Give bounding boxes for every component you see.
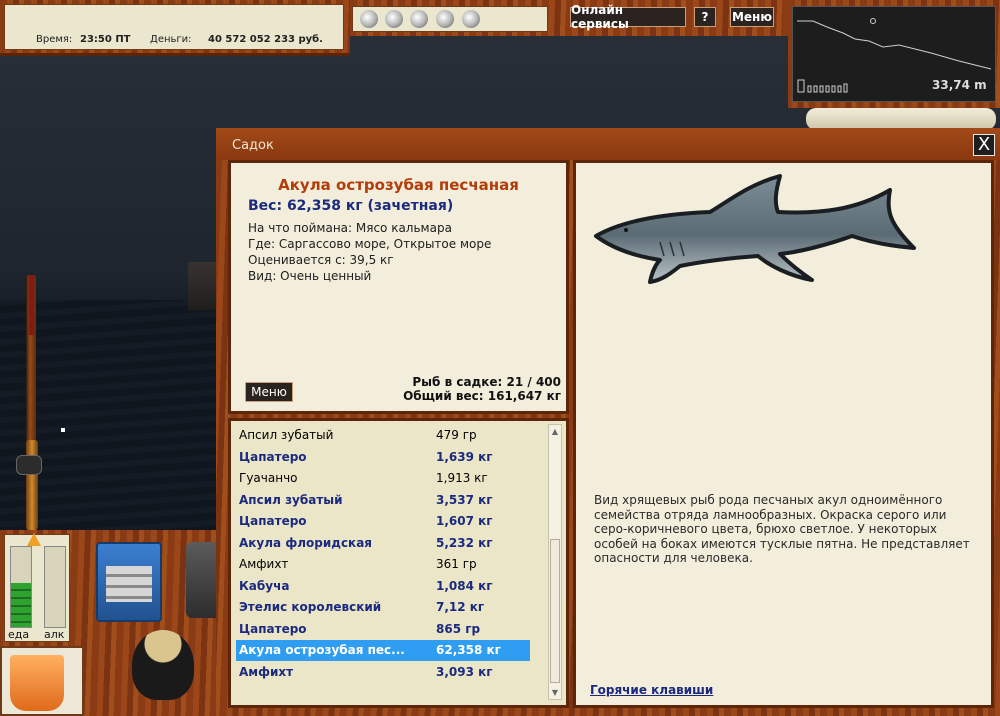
list-item[interactable]: Апсил зубатый 479 гр [236, 425, 530, 446]
list-item[interactable]: Акула острозубая пес... 62,358 кг [236, 640, 530, 661]
fish-list-weight: 1,084 кг [436, 578, 493, 593]
help-button[interactable]: ? [694, 7, 716, 27]
dialog-titlebar[interactable] [216, 128, 1000, 160]
fish-description: Вид хрящевых рыб рода песчаных акул одно… [594, 493, 970, 565]
float-marker [61, 428, 65, 432]
bait-slot-2-icon[interactable] [385, 10, 403, 28]
fish-list-name: Кабуча [239, 578, 290, 593]
fish-kind: Вид: Очень ценный [248, 269, 372, 283]
fish-list-weight: 3,093 кг [436, 664, 493, 679]
fish-list-name: Амфихт [239, 664, 294, 679]
money-label: Деньги: [150, 34, 192, 45]
signal-bars-icon [807, 83, 848, 93]
fish-list-name: Акула флоридская [239, 535, 373, 550]
fish-list-weight: 361 гр [436, 557, 477, 571]
fish-list-weight: 7,12 кг [436, 600, 485, 614]
fish-list-name: Апсил зубатый [239, 492, 343, 507]
fish-list-name: Акула острозубая пес... [239, 643, 405, 657]
cooking-pot-icon[interactable] [132, 630, 194, 700]
fish-list-weight: 5,232 кг [436, 535, 493, 550]
list-item[interactable]: Цапатеро 1,639 кг [236, 447, 530, 468]
list-item[interactable]: Гуачанчо 1,913 кг [236, 468, 530, 489]
time-value: 23:50 ПТ [80, 34, 131, 45]
fish-list-name: Гуачанчо [239, 471, 298, 485]
tackle-box-icon[interactable] [96, 542, 162, 622]
scroll-thumb[interactable] [550, 539, 560, 683]
food-gauge [10, 546, 32, 628]
scroll-up-icon[interactable]: ▲ [550, 426, 560, 438]
scroll-down-icon[interactable]: ▼ [550, 687, 560, 699]
total-weight: Общий вес: 161,647 кг [403, 389, 561, 403]
rod-tip [29, 275, 34, 335]
warning-icon [27, 533, 41, 546]
money-value: 40 572 052 233 руб. [208, 34, 323, 45]
fish-list-weight: 1,913 кг [436, 471, 488, 485]
fish-list-weight: 62,358 кг [436, 643, 501, 657]
fish-list-weight: 865 гр [436, 621, 481, 636]
online-services-button[interactable]: Онлайн сервисы [570, 3, 686, 31]
bait-slot-1-icon[interactable] [360, 10, 378, 28]
bait-slot-4-icon[interactable] [436, 10, 454, 28]
fish-list-weight: 1,607 кг [436, 514, 493, 528]
list-item[interactable]: Этелис королевский 7,12 кг [236, 597, 530, 618]
list-item[interactable]: Кабуча 1,084 кг [236, 576, 530, 597]
food-gauge-fill [11, 583, 31, 627]
shark-image [594, 174, 916, 284]
list-scrollbar[interactable]: ▲ ▼ [548, 424, 562, 700]
dialog-title: Садок [232, 138, 274, 153]
fish-weight: Вес: 62,358 кг (зачетная) [248, 198, 454, 214]
list-item[interactable]: Амфихт 361 гр [236, 554, 530, 575]
list-item[interactable]: Цапатеро 1,607 кг [236, 511, 530, 532]
alcohol-gauge [44, 546, 66, 628]
fish-name: Акула острозубая песчаная [278, 176, 519, 194]
reel-icon [16, 455, 42, 475]
bait-slot-5-icon[interactable] [462, 10, 480, 28]
backpack-icon[interactable] [186, 542, 218, 618]
list-item[interactable]: Цапатеро 865 гр [236, 619, 530, 640]
fish-list-weight: 479 гр [436, 428, 477, 442]
fish-list-name: Цапатеро [239, 621, 307, 636]
fish-list-name: Апсил зубатый [239, 428, 334, 442]
list-item[interactable]: Акула флоридская 5,232 кг [236, 533, 530, 554]
fish-list-weight: 1,639 кг [436, 449, 493, 464]
hotkeys-link[interactable]: Горячие клавиши [590, 683, 713, 697]
battery-icon [797, 79, 805, 93]
alcohol-label: алк [44, 628, 65, 641]
depth-value: 33,74 m [932, 78, 987, 92]
food-label: еда [8, 628, 30, 641]
keepnet-menu-button[interactable]: Меню [245, 382, 293, 402]
rod-handle [26, 440, 38, 530]
fish-list-name: Амфихт [239, 557, 289, 571]
time-label: Время: [36, 34, 73, 45]
fish-count: Рыб в садке: 21 / 400 [412, 375, 561, 389]
top-menu-button[interactable]: Меню [730, 7, 774, 27]
bait-slot-3-icon[interactable] [410, 10, 428, 28]
bucket-icon[interactable] [10, 655, 64, 711]
fish-list-weight: 3,537 кг [436, 492, 493, 507]
float-position-icon [870, 18, 876, 24]
close-button[interactable]: X [973, 134, 995, 156]
fish-list-name: Цапатеро [239, 449, 307, 464]
list-item[interactable]: Апсил зубатый 3,537 кг [236, 490, 530, 511]
fish-location: Где: Саргассово море, Открытое море [248, 237, 492, 251]
fish-valued-from: Оценивается с: 39,5 кг [248, 253, 394, 267]
fish-list-name: Цапатеро [239, 514, 307, 528]
list-item[interactable]: Амфихт 3,093 кг [236, 662, 530, 683]
map-scroll[interactable] [806, 108, 996, 130]
fish-bait: На что поймана: Мясо кальмара [248, 221, 452, 235]
fish-list-name: Этелис королевский [239, 600, 382, 614]
